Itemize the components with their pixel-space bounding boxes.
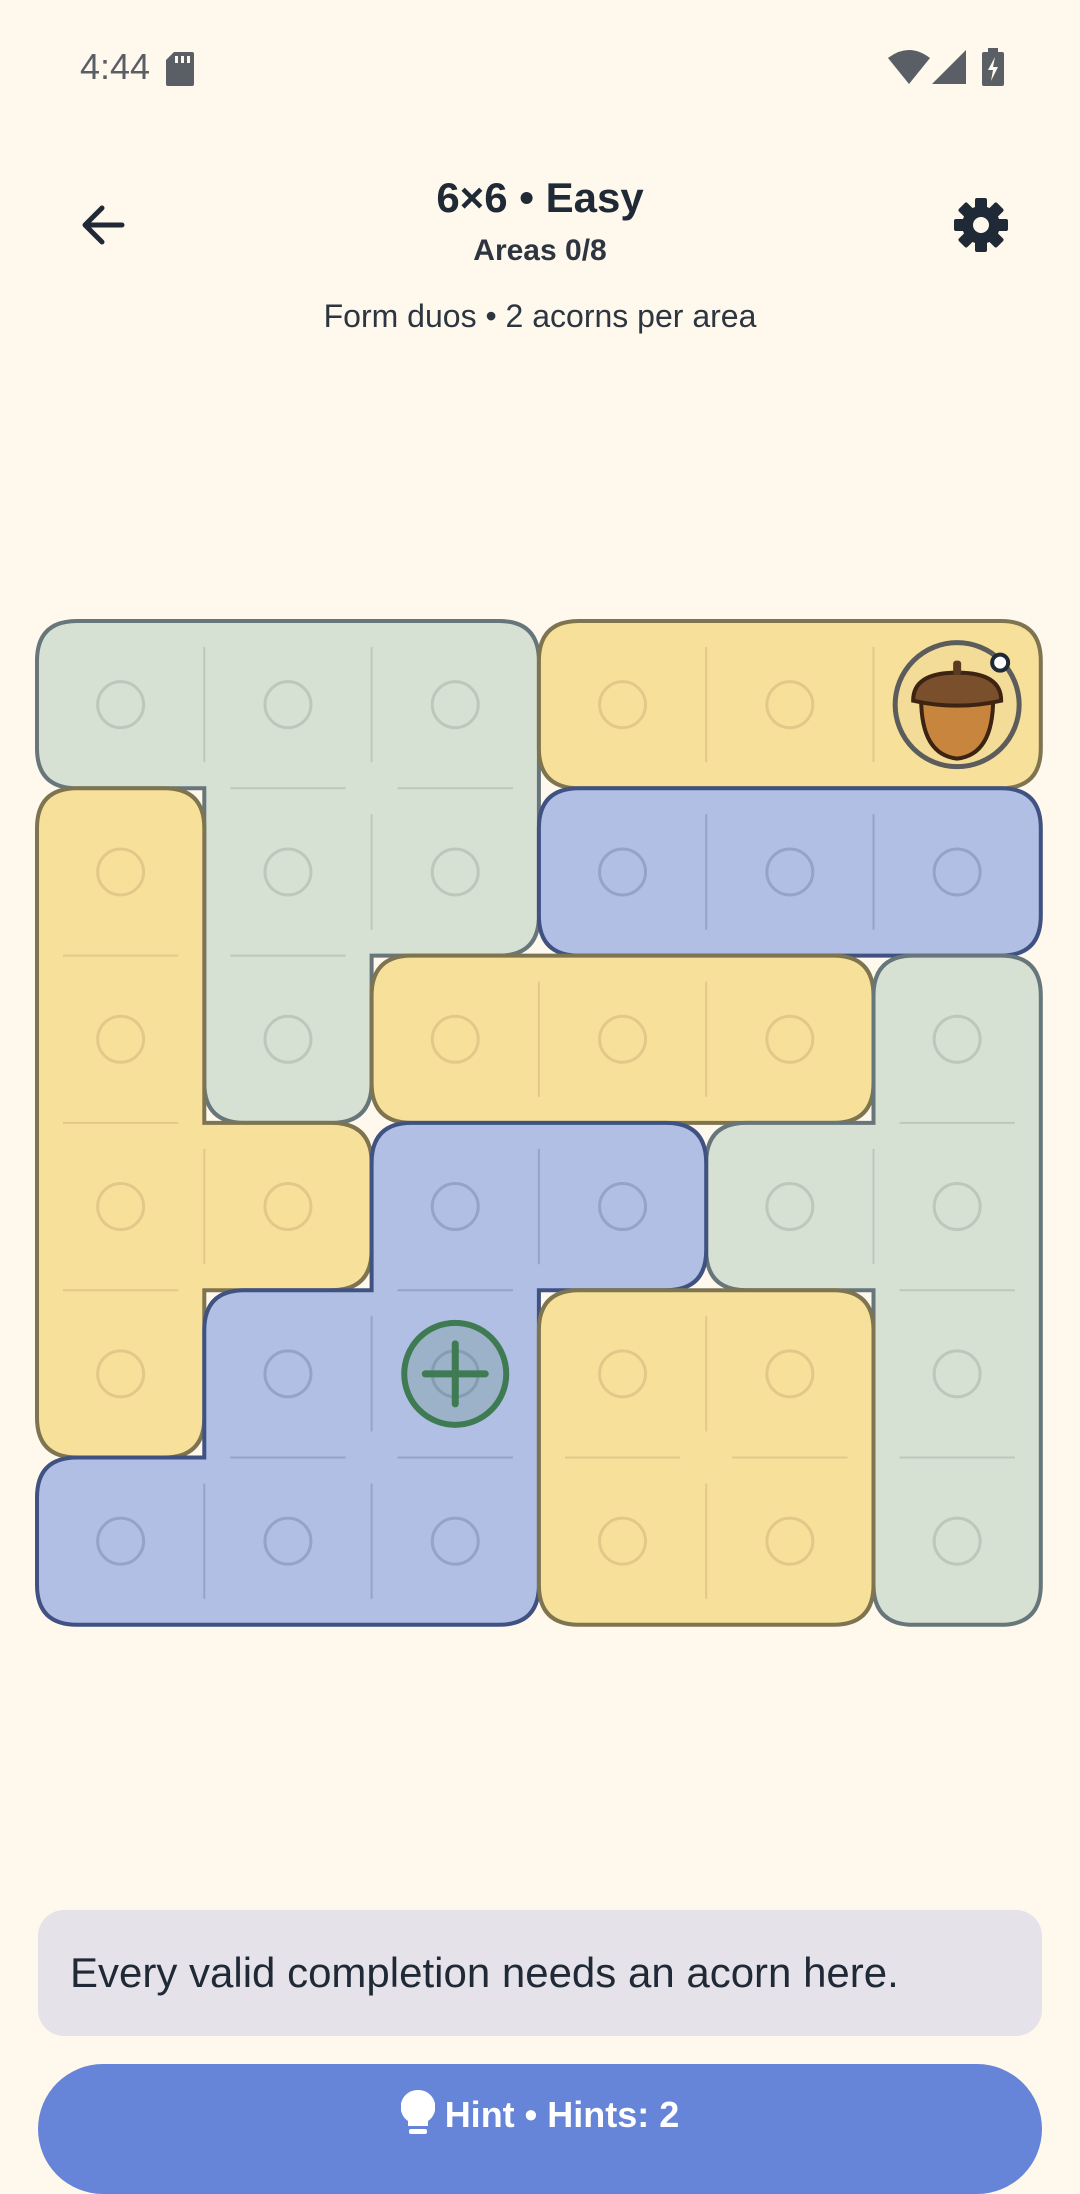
hint-button-label: Hint • Hints: 2 — [444, 2094, 680, 2135]
grid-cell-r4-c4[interactable] — [706, 1290, 873, 1457]
grid-cell-r2-c0[interactable] — [37, 956, 204, 1123]
grid-cell-r0-c3[interactable] — [539, 621, 706, 788]
grid-cell-r3-c2[interactable] — [372, 1123, 539, 1290]
hint-button[interactable]: Hint • Hints: 2 — [38, 2064, 1042, 2194]
areas-progress: Areas 0/8 — [473, 234, 607, 267]
grid-cell-r4-c3[interactable] — [539, 1290, 706, 1457]
page-title: 6×6 • Easy — [436, 174, 644, 221]
settings-button[interactable] — [944, 188, 1018, 262]
grid-cell-r1-c1[interactable] — [204, 788, 371, 955]
grid-cell-r0-c0[interactable] — [37, 621, 204, 788]
grid-cell-r3-c0[interactable] — [37, 1123, 204, 1290]
top-app-bar: 6×6 • Easy Areas 0/8 Form duos • 2 acorn… — [0, 160, 1080, 360]
lightbulb-icon — [400, 2090, 435, 2134]
grid-cell-r3-c5[interactable] — [874, 1123, 1041, 1290]
grid-cell-r0-c4[interactable] — [706, 621, 873, 788]
status-time: 4:44 — [80, 46, 151, 87]
grid-cell-r0-c2[interactable] — [372, 621, 539, 788]
grid-cell-r2-c3[interactable] — [539, 956, 706, 1123]
grid-cell-r0-c1[interactable] — [204, 621, 371, 788]
grid-cell-r1-c2[interactable] — [372, 788, 539, 955]
grid-cell-r5-c4[interactable] — [706, 1458, 873, 1625]
battery-charging-icon — [982, 48, 1004, 86]
acorn-icon — [892, 640, 1022, 770]
signal-icon — [932, 50, 966, 84]
hint-message: Every valid completion needs an acorn he… — [38, 1910, 1042, 2036]
hint-message-text: Every valid completion needs an acorn he… — [70, 1949, 899, 1996]
grid-cell-r4-c5[interactable] — [874, 1290, 1041, 1457]
area-8 — [536, 1288, 876, 1627]
gear-icon — [954, 198, 1008, 252]
sd-card-icon — [166, 52, 194, 86]
grid-cell-r4-c0[interactable] — [37, 1290, 204, 1457]
grid-cell-r5-c3[interactable] — [539, 1458, 706, 1625]
grid-cell-r1-c0[interactable] — [37, 788, 204, 955]
area-5 — [369, 953, 876, 1125]
grid-cell-r1-c4[interactable] — [706, 788, 873, 955]
grid-cell-r2-c5[interactable] — [874, 956, 1041, 1123]
grid-cell-r2-c1[interactable] — [204, 956, 371, 1123]
wifi-icon — [888, 50, 930, 84]
grid-cell-r2-c4[interactable] — [706, 956, 873, 1123]
status-bar: 4:44 — [0, 0, 1080, 134]
grid-cell-r1-c5[interactable] — [874, 788, 1041, 955]
grid-cell-r5-c1[interactable] — [204, 1458, 371, 1625]
grid-cell-r1-c3[interactable] — [539, 788, 706, 955]
area-3 — [536, 786, 1043, 958]
grid-cell-r3-c1[interactable] — [204, 1123, 371, 1290]
grid-cell-r2-c2[interactable] — [372, 956, 539, 1123]
grid-cell-r5-c5[interactable] — [874, 1458, 1041, 1625]
grid-cell-r3-c4[interactable] — [706, 1123, 873, 1290]
grid-cell-r5-c2[interactable] — [372, 1458, 539, 1625]
grid-cell-r4-c1[interactable] — [204, 1290, 371, 1457]
grid-cell-r3-c3[interactable] — [539, 1123, 706, 1290]
grid-cell-r5-c0[interactable] — [37, 1458, 204, 1625]
puzzle-rules: Form duos • 2 acorns per area — [323, 298, 757, 334]
hint-cell-marker — [401, 1319, 510, 1428]
